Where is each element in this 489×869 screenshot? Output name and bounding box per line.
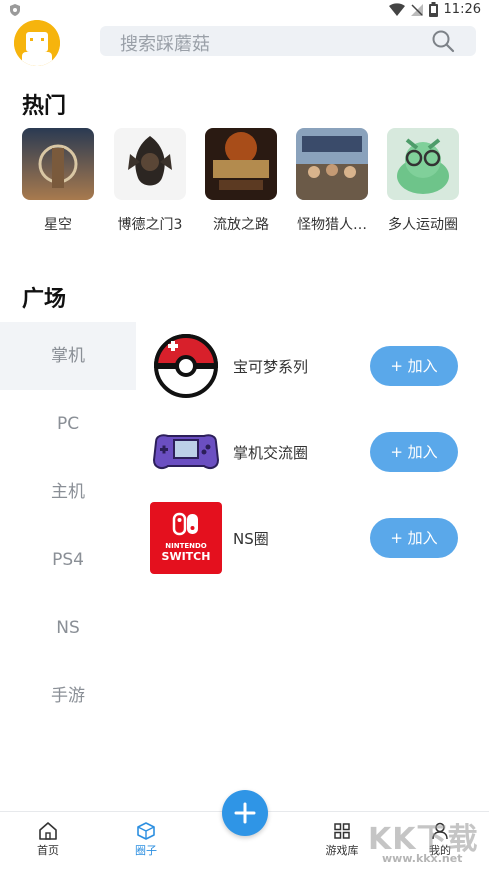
nav-game-library-label: 游戏库: [325, 844, 359, 857]
game-thumbnail: [387, 128, 459, 200]
hot-item-multiplayer[interactable]: 多人运动圈: [377, 128, 469, 234]
game-thumbnail: [22, 128, 94, 200]
search-icon[interactable]: [430, 28, 456, 54]
category-ps4[interactable]: PS4: [0, 526, 136, 594]
hot-item-label: 星空: [44, 217, 72, 233]
user-avatar-icon: [14, 20, 60, 66]
join-button[interactable]: + 加入: [370, 432, 458, 472]
signal-icon: [410, 3, 423, 16]
game-thumbnail: [114, 128, 186, 200]
status-time: 11:26: [443, 2, 481, 17]
search-input[interactable]: 搜索踩蘑菇: [120, 30, 210, 56]
hot-item-starfield[interactable]: 星空: [12, 128, 104, 234]
hot-item-label: 怪物猎人…: [297, 217, 367, 233]
circle-row-handheld[interactable]: 掌机交流圈 + 加入: [150, 416, 470, 488]
circle-row-ns[interactable]: NINTENDO SWITCH NS圈 + 加入: [150, 502, 470, 574]
hot-games-row: 星空 博德之门3 流放之路 怪物猎人… 多人运动圈: [0, 128, 489, 238]
plaza-section: 掌机 PC 主机 PS4 NS 手游 宝可梦系列 + 加入 掌机交流圈 + 加入: [0, 322, 489, 752]
hot-section-title: 热门: [22, 94, 67, 119]
svg-text:SWITCH: SWITCH: [162, 550, 211, 563]
battery-icon: [428, 2, 438, 17]
svg-text:NINTENDO: NINTENDO: [165, 542, 207, 550]
circle-row-pokemon[interactable]: 宝可梦系列 + 加入: [150, 330, 470, 402]
grid-icon: [334, 823, 350, 839]
pokeball-icon: [153, 334, 219, 398]
nav-circle[interactable]: 圈子: [116, 822, 176, 858]
join-button[interactable]: + 加入: [370, 518, 458, 558]
plaza-section-title: 广场: [22, 287, 67, 312]
search-bar[interactable]: 搜索踩蘑菇: [100, 26, 476, 56]
add-button[interactable]: [222, 790, 268, 836]
hot-item-monster-hunter[interactable]: 怪物猎人…: [286, 128, 378, 234]
watermark: KK下载 www.kkx.net: [368, 814, 486, 866]
game-thumbnail: [296, 128, 368, 200]
gameboy-advance-icon: [152, 434, 220, 469]
nav-home[interactable]: 首页: [18, 822, 78, 858]
category-console[interactable]: 主机: [0, 458, 136, 526]
nav-game-library[interactable]: 游戏库: [312, 822, 372, 858]
category-handheld[interactable]: 掌机: [0, 322, 136, 390]
circle-name: 宝可梦系列: [233, 358, 309, 376]
join-button[interactable]: + 加入: [370, 346, 458, 386]
category-mobile[interactable]: 手游: [0, 662, 136, 730]
game-thumbnail: [205, 128, 277, 200]
nav-circle-label: 圈子: [135, 844, 157, 857]
category-list: 掌机 PC 主机 PS4 NS 手游: [0, 322, 136, 730]
hot-item-label: 博德之门3: [117, 217, 183, 233]
wifi-icon: [388, 2, 405, 16]
circle-name: 掌机交流圈: [233, 444, 309, 462]
category-ns[interactable]: NS: [0, 594, 136, 662]
hot-item-label: 多人运动圈: [388, 217, 458, 233]
hot-item-baldurs-gate[interactable]: 博德之门3: [104, 128, 196, 234]
nav-home-label: 首页: [37, 844, 59, 857]
home-icon: [39, 822, 57, 840]
circle-name: NS圈: [233, 530, 269, 548]
category-pc[interactable]: PC: [0, 390, 136, 458]
nintendo-switch-logo-icon: NINTENDO SWITCH: [150, 502, 222, 574]
top-bar: 搜索踩蘑菇: [0, 18, 489, 68]
plus-icon: [234, 802, 256, 824]
hot-item-label: 流放之路: [213, 217, 269, 233]
cube-icon: [137, 822, 155, 840]
avatar[interactable]: [14, 20, 60, 66]
shield-icon: [10, 4, 20, 16]
hot-item-path-of-exile[interactable]: 流放之路: [195, 128, 287, 234]
watermark-url: www.kkx.net: [382, 852, 463, 865]
